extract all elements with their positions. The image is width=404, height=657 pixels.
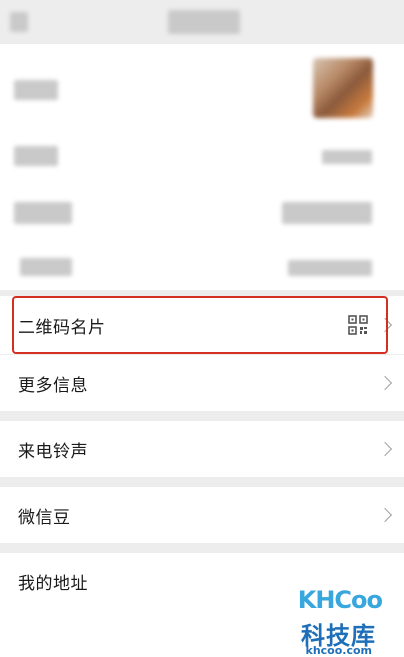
watermark-logo: KHCoo	[297, 586, 383, 614]
wechat-id-label-blurred	[14, 202, 72, 224]
page-title-blurred	[168, 10, 240, 34]
wechat-beans-row[interactable]: 微信豆	[0, 487, 404, 543]
back-button-blurred[interactable]	[10, 12, 28, 32]
chevron-right-icon	[377, 507, 393, 523]
highlight-box	[12, 296, 388, 354]
more-info-row[interactable]: 更多信息	[0, 355, 404, 411]
name-label-blurred	[14, 146, 58, 166]
phone-value-blurred	[288, 260, 372, 276]
chevron-right-icon	[377, 375, 393, 391]
more-info-label: 更多信息	[18, 375, 88, 396]
profile-info-card	[0, 44, 404, 290]
my-address-label: 我的地址	[18, 573, 88, 594]
ringtone-label: 来电铃声	[18, 441, 88, 462]
name-value-blurred	[322, 150, 372, 164]
wechat-beans-label: 微信豆	[18, 507, 71, 528]
chevron-right-icon	[377, 441, 393, 457]
avatar[interactable]	[313, 58, 373, 118]
nav-bar	[0, 0, 404, 44]
watermark: KHCoo 科技库 khcoo.com	[290, 586, 390, 657]
watermark-url: khcoo.com	[305, 644, 373, 657]
wechat-id-value-blurred	[282, 202, 372, 224]
ringtone-row[interactable]: 来电铃声	[0, 421, 404, 477]
avatar-label-blurred	[14, 80, 58, 100]
phone-label-blurred	[20, 258, 72, 276]
